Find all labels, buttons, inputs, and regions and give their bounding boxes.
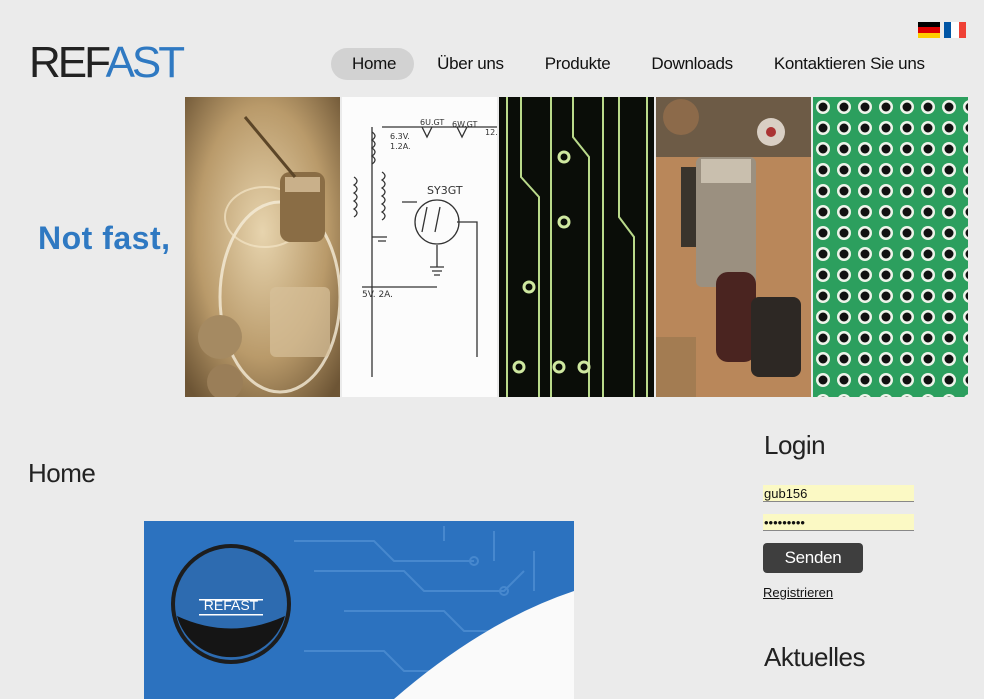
news-heading: Aktuelles <box>764 642 866 672</box>
german-flag-icon[interactable] <box>918 22 940 38</box>
schematic-label: 6U.GT <box>420 118 444 127</box>
page-title: Home <box>28 458 96 488</box>
schematic-label: SY3GT <box>427 184 463 197</box>
username-field[interactable] <box>763 485 914 502</box>
nav-contact[interactable]: Kontaktieren Sie uns <box>753 48 943 80</box>
nav-about[interactable]: Über uns <box>416 48 522 80</box>
nav-downloads[interactable]: Downloads <box>630 48 750 80</box>
main-nav: Home Über uns Produkte Downloads Kontakt… <box>331 48 945 80</box>
nav-products[interactable]: Produkte <box>524 48 629 80</box>
schematic-label: 1.2A. <box>390 142 411 151</box>
logo-text-primary: REF <box>29 38 109 87</box>
pcb-holes-image <box>813 97 968 397</box>
schematic-label: 6W.GT <box>452 120 478 129</box>
language-switcher <box>918 22 966 38</box>
nav-home[interactable]: Home <box>331 48 415 80</box>
schematic-label: 6.3V. <box>390 132 410 141</box>
schematic-label: 5V. 2A. <box>362 290 393 300</box>
schematic-image: 6U.GT 6W.GT 12. 6.3V. 1.2A. SY3GT 5V. 2A… <box>342 97 497 397</box>
vacuum-tube-image <box>185 97 340 397</box>
hero-image-strip: 6U.GT 6W.GT 12. 6.3V. 1.2A. SY3GT 5V. 2A… <box>185 97 968 397</box>
hero-tagline: Not fast, <box>38 220 171 256</box>
pcb-traces-image <box>499 97 654 397</box>
refast-banner: REFAST <box>144 521 574 699</box>
components-image <box>656 97 811 397</box>
banner-logo-text: REFAST <box>204 597 259 613</box>
submit-button[interactable]: Senden <box>763 543 863 573</box>
logo-text-accent: AST <box>105 38 186 87</box>
site-logo[interactable]: REFAST <box>29 38 186 88</box>
login-heading: Login <box>764 430 826 460</box>
register-link[interactable]: Registrieren <box>763 585 833 600</box>
french-flag-icon[interactable] <box>944 22 966 38</box>
password-field[interactable] <box>763 514 914 531</box>
schematic-label: 12. <box>485 128 497 137</box>
